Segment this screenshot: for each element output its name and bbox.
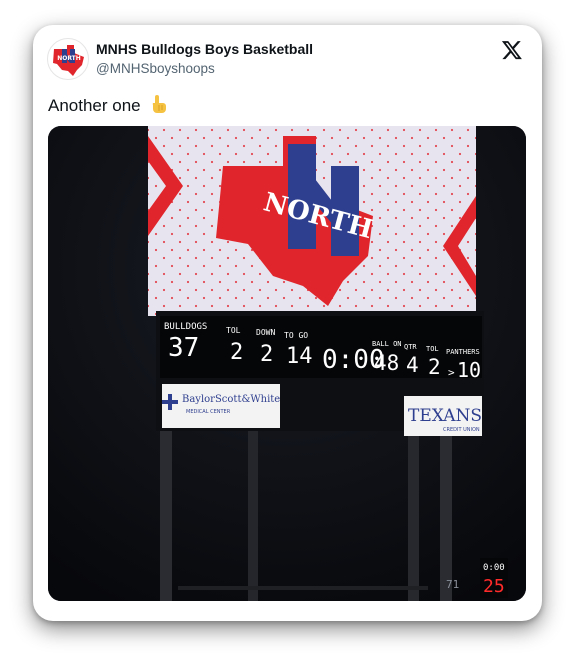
away-team-label: PANTHERS bbox=[446, 348, 480, 356]
tweet-image[interactable]: NORTH BULLDOGS 37 TOL 2 DOWN 2 TO GO 14 … bbox=[48, 126, 526, 601]
sponsor-left-name: BaylorScott&White bbox=[182, 394, 280, 405]
home-tol-label: TOL bbox=[226, 326, 241, 335]
pointing-up-finger-icon bbox=[149, 94, 167, 119]
play-clock-top: 0:00 bbox=[483, 563, 505, 573]
play-clock-bottom: 25 bbox=[483, 576, 505, 597]
sponsor-left-panel bbox=[162, 384, 280, 428]
home-team-label: BULLDOGS bbox=[164, 322, 207, 332]
away-tol-label: TOL bbox=[426, 345, 439, 353]
sponsor-right-sub: CREDIT UNION bbox=[443, 427, 480, 433]
x-logo-icon[interactable] bbox=[501, 39, 523, 61]
home-score: 37 bbox=[168, 333, 199, 363]
scoreboard: BULLDOGS 37 TOL 2 DOWN 2 TO GO 14 0:00 B… bbox=[156, 311, 484, 436]
sponsor-left-sub: MEDICAL CENTER bbox=[186, 409, 231, 415]
side-digits: 71 bbox=[446, 578, 459, 591]
svg-text:NORTH: NORTH bbox=[57, 55, 81, 62]
tweet-card: NORTH MNHS Bulldogs Boys Basketball @MNH… bbox=[33, 25, 542, 621]
away-score: 10 bbox=[457, 358, 481, 382]
home-tol-value: 2 bbox=[230, 340, 243, 365]
ballon-label: BALL ON bbox=[372, 340, 402, 348]
togo-label: TO GO bbox=[284, 331, 308, 340]
possession-arrow: > bbox=[448, 366, 455, 379]
avatar[interactable]: NORTH bbox=[47, 38, 89, 80]
away-tol-value: 2 bbox=[428, 355, 441, 379]
ballon-value: 48 bbox=[374, 351, 399, 375]
sponsor-right-name: TEXANS bbox=[408, 406, 482, 426]
user-handle[interactable]: @MNHSboyshoops bbox=[96, 61, 215, 76]
video-board: NORTH bbox=[148, 126, 476, 316]
display-name[interactable]: MNHS Bulldogs Boys Basketball bbox=[96, 41, 313, 57]
qtr-label: QTR bbox=[404, 343, 417, 351]
north-texas-logo-icon: NORTH bbox=[53, 45, 84, 76]
togo-value: 14 bbox=[286, 344, 313, 369]
tweet-header: NORTH MNHS Bulldogs Boys Basketball @MNH… bbox=[47, 38, 527, 84]
tweet-text: Another one bbox=[48, 94, 167, 119]
qtr-value: 4 bbox=[406, 353, 419, 377]
tweet-text-content: Another one bbox=[48, 96, 141, 115]
down-value: 2 bbox=[260, 342, 273, 367]
down-label: DOWN bbox=[256, 328, 275, 337]
